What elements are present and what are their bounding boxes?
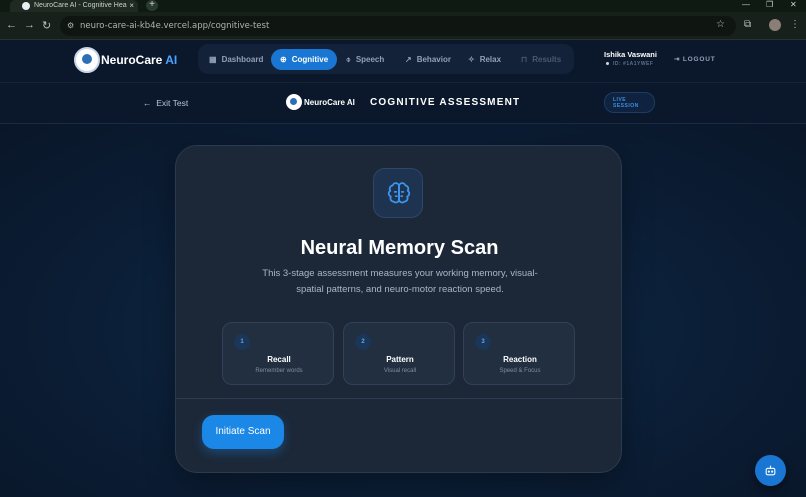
restore-icon[interactable]: ❐ [766,0,773,9]
stage-number: 2 [355,334,371,350]
stage-subtitle: Visual recall [383,368,417,374]
minimize-icon[interactable]: — [742,0,750,9]
stage-subtitle: Speed & Focus [499,368,541,374]
nav-item-cognitive[interactable]: ⊕ Cognitive [271,49,338,70]
stage-number: 3 [475,334,491,350]
grid-icon: ▦ [209,55,217,64]
bookmark-star-icon[interactable]: ☆ [716,19,725,30]
mic-icon: ⌽ [346,55,351,64]
brand-name[interactable]: NeuroCare AI [101,53,177,67]
user-name: Ishika Vaswani [604,50,657,59]
extensions-icon[interactable]: ⧉ [744,19,751,30]
assessment-card: Neural Memory Scan This 3-stage assessme… [175,145,623,473]
nav-item-results: ⊓ Results [521,55,562,64]
favicon-icon [22,2,30,10]
nav-item-relax[interactable]: ✧ Relax [468,49,501,70]
reload-icon[interactable]: ↻ [42,19,51,32]
tab-close-icon[interactable]: × [129,1,134,10]
user-id: ID: #1A1YWEF [606,61,653,67]
stage-name: Recall [267,355,291,364]
stage-number: 1 [234,334,250,350]
nav-item-speech[interactable]: ⌽ Speech [346,49,384,70]
sparkle-icon: ✧ [468,55,475,64]
exit-test-button[interactable]: ← Exit Test [143,98,188,108]
status-dot-icon [606,62,609,66]
stage-name: Pattern [386,355,414,364]
stage-card-pattern: 2 Pattern Visual recall [343,322,455,385]
assessment-brand: NeuroCare AI [304,98,355,107]
nav-item-behavior[interactable]: ↗ Behavior [405,49,451,70]
window-close-icon[interactable]: ✕ [790,0,797,9]
new-tab-button[interactable]: + [146,0,158,11]
browser-tab[interactable]: NeuroCare AI - Cognitive Hea × [10,0,138,12]
browser-toolbar: ← → ↻ ⚙ neuro-care-ai-kb4e.vercel.app/co… [0,12,806,40]
brain-icon: ⊕ [280,55,287,64]
logo-icon[interactable] [74,47,100,73]
forward-icon[interactable]: → [24,19,35,31]
app-header: NeuroCare AI ▦ Dashboard ⊕ Cognitive ⌽ Spee… [0,40,806,82]
card-divider [176,398,623,399]
brain-icon-box [373,168,423,218]
nav-item-dashboard[interactable]: ▦ Dashboard [209,49,263,70]
browser-tab-strip: NeuroCare AI - Cognitive Hea × + — ❐ ✕ [0,0,806,12]
profile-avatar[interactable] [769,19,781,31]
card-description: This 3-stage assessment measures your wo… [262,268,538,295]
logout-icon: ⇥ [674,56,683,63]
main-nav: ▦ Dashboard ⊕ Cognitive ⌽ Speech ↗ Behavior … [198,44,574,74]
browser-tab-title: NeuroCare AI - Cognitive Hea [34,2,127,9]
initiate-scan-button[interactable]: Initiate Scan [202,415,284,449]
assessment-header: ← Exit Test NeuroCare AI COGNITIVE ASSES… [0,82,806,124]
stage-card-reaction: 3 Reaction Speed & Focus [463,322,575,385]
robot-icon [765,465,776,476]
stage-card-recall: 1 Recall Remember words [222,322,334,385]
brain-icon [387,182,411,204]
site-info-icon[interactable]: ⚙ [67,21,74,30]
browser-menu-icon[interactable]: ⋮ [790,19,800,30]
address-bar[interactable]: ⚙ neuro-care-ai-kb4e.vercel.app/cognitiv… [60,16,736,36]
lock-icon: ⊓ [521,55,528,64]
live-session-badge: LIVE SESSION [604,92,655,113]
stage-name: Reaction [503,355,537,364]
back-icon[interactable]: ← [6,19,17,31]
chatbot-button[interactable] [755,455,786,486]
trend-icon: ↗ [405,55,412,64]
stage-subtitle: Remember words [255,368,303,374]
page-title: COGNITIVE ASSESSMENT [370,97,521,108]
url-text: neuro-care-ai-kb4e.vercel.app/cognitive-… [80,21,270,31]
card-title: Neural Memory Scan [300,237,499,259]
arrow-left-icon: ← [143,98,157,108]
main-content: Neural Memory Scan This 3-stage assessme… [0,124,806,497]
logo-icon [286,94,302,110]
logout-button[interactable]: ⇥ LOGOUT [674,55,715,63]
